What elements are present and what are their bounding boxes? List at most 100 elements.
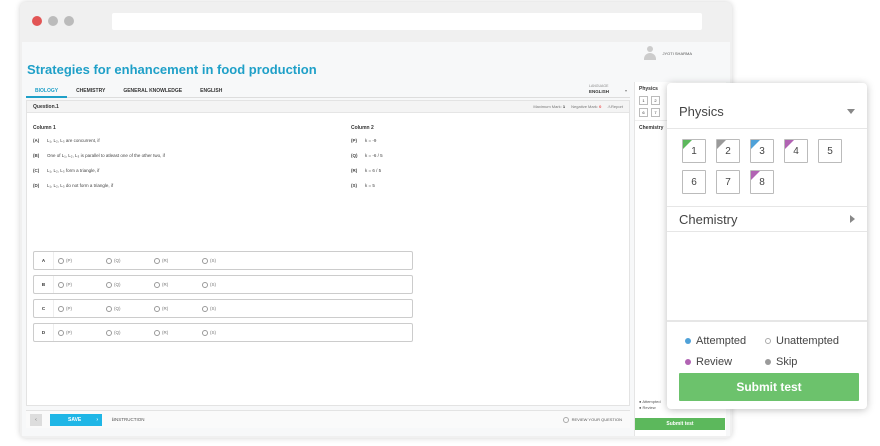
radio-option[interactable]: (Q) [106, 281, 150, 288]
address-bar[interactable] [112, 13, 702, 30]
palette-question[interactable]: 7 [651, 108, 660, 117]
question-marks: Maximum Mark: 1 Negative Mark: 0 ⚠Report [533, 104, 623, 109]
question-footer: ‹ SAVE › ℹINSTRUCTION REVIEW YOUR QUESTIO… [26, 410, 630, 428]
palette-question[interactable]: 1 [639, 96, 648, 105]
list-item: (R) k = 6 / 5 [351, 168, 382, 173]
radio-option[interactable]: (R) [154, 305, 198, 312]
tab-chemistry[interactable]: CHEMISTRY [67, 84, 114, 98]
chevron-down-icon: ▾ [624, 88, 627, 93]
test-app: JYOTI SHARMA Strategies for enhancement … [22, 42, 730, 436]
option-row-a: A (P) (Q) (R) (S) [33, 251, 413, 270]
test-title: Strategies for enhancement in food produ… [27, 62, 317, 77]
report-link[interactable]: ⚠Report [607, 104, 623, 109]
option-row-b: B (P) (Q) (R) (S) [33, 275, 413, 294]
column-2-title: Column 2 [351, 125, 374, 131]
unattempted-dot-icon [765, 338, 771, 345]
question-button[interactable]: 1 [682, 139, 706, 163]
legend: ● Attempted ● Review [639, 399, 661, 410]
radio-option[interactable]: (R) [154, 329, 198, 336]
user-name: JYOTI SHARMA [662, 50, 692, 56]
avatar-icon [644, 46, 657, 60]
question-button[interactable]: 7 [716, 170, 740, 194]
question-panel: Question.1 Maximum Mark: 1 Negative Mark… [26, 100, 630, 406]
list-item: (D) L₁, L₂, L₃ do not form a triangle, if [33, 183, 114, 188]
minimize-dot-icon[interactable] [48, 16, 58, 26]
column-1: Column 1 (A) L₁, L₂, L₃ are concurrent, i… [33, 125, 333, 198]
question-grid: 1 2 3 4 5 6 7 8 [667, 129, 857, 194]
review-checkbox[interactable]: REVIEW YOUR QUESTION [562, 416, 622, 423]
radio-option[interactable]: (S) [202, 281, 246, 288]
subject-tabs: BIOLOGY CHEMISTRY GENERAL KNOWLEDGE ENGL… [26, 84, 630, 98]
radio-option[interactable]: (P) [58, 257, 102, 264]
question-number: Question.1 [33, 103, 59, 110]
status-legend: Attempted Unattempted Review Skip [667, 320, 867, 370]
radio-option[interactable]: (P) [58, 329, 102, 336]
radio-option[interactable]: (Q) [106, 257, 150, 264]
question-button[interactable]: 2 [716, 139, 740, 163]
maximize-dot-icon[interactable] [64, 16, 74, 26]
submit-button[interactable]: Submit test [635, 418, 725, 430]
radio-option[interactable]: (R) [154, 281, 198, 288]
question-button[interactable]: 5 [818, 139, 842, 163]
status-marker-icon [751, 140, 760, 149]
tab-biology[interactable]: BIOLOGY [26, 84, 68, 98]
user-info[interactable]: JYOTI SHARMA [644, 46, 692, 60]
list-item: (Q) k = -6 / 5 [351, 153, 383, 158]
browser-window: JYOTI SHARMA Strategies for enhancement … [20, 2, 732, 438]
list-item: (S) k = 5 [351, 183, 375, 188]
column-2: Column 2 (P) k = -9 (Q) k = -6 / 5 (R) k = … [351, 125, 551, 198]
section-title: Chemistry [679, 211, 738, 227]
instruction-link[interactable]: ℹINSTRUCTION [112, 417, 144, 423]
list-item: (B) One of L₁, L₂, L₃ is parallel to atle… [33, 153, 165, 158]
submit-test-button[interactable]: Submit test [679, 373, 859, 401]
tab-english[interactable]: ENGLISH [191, 84, 231, 98]
circle-icon [562, 416, 569, 423]
chevron-left-icon: ‹ [35, 416, 37, 423]
radio-option[interactable]: (Q) [106, 305, 150, 312]
question-header: Question.1 Maximum Mark: 1 Negative Mark… [27, 101, 629, 113]
language-select[interactable]: LANGUAGE ENGLISH ▾ [583, 82, 631, 98]
review-dot-icon [685, 358, 691, 365]
question-button[interactable]: 6 [682, 170, 706, 194]
status-marker-icon [751, 171, 760, 180]
attempted-dot-icon [685, 338, 691, 345]
palette-question[interactable]: 6 [639, 108, 648, 117]
radio-option[interactable]: (R) [154, 257, 198, 264]
caret-right-icon [850, 215, 855, 223]
question-palette-popup: Physics 1 2 3 4 5 6 7 8 Chemistry Attemp… [667, 83, 867, 409]
radio-option[interactable]: (P) [58, 281, 102, 288]
palette-question[interactable]: 2 [651, 96, 660, 105]
list-item: (P) k = -9 [351, 138, 377, 143]
radio-option[interactable]: (S) [202, 305, 246, 312]
option-row-c: C (P) (Q) (R) (S) [33, 299, 413, 318]
status-marker-icon [717, 140, 726, 149]
question-button[interactable]: 8 [750, 170, 774, 194]
answer-matrix: A (P) (Q) (R) (S) B (P) (Q) (R) (S) C (P… [33, 251, 413, 347]
negative-mark-value: 0 [599, 104, 602, 109]
chevron-right-icon: › [96, 416, 98, 423]
option-row-d: D (P) (Q) (R) (S) [33, 323, 413, 342]
status-marker-icon [785, 140, 794, 149]
window-controls [32, 16, 74, 26]
radio-option[interactable]: (S) [202, 329, 246, 336]
caret-down-icon [847, 109, 855, 114]
section-title: Physics [679, 104, 724, 119]
status-marker-icon [683, 140, 692, 149]
back-button[interactable]: ‹ [30, 413, 42, 426]
section-chemistry[interactable]: Chemistry [667, 206, 867, 232]
list-item: (C) L₁, L₂, L₃ form a triangle, if [33, 168, 100, 173]
close-dot-icon[interactable] [32, 16, 42, 26]
radio-option[interactable]: (P) [58, 305, 102, 312]
question-button[interactable]: 4 [784, 139, 808, 163]
list-item: (A) L₁, L₂, L₃ are concurrent, if [33, 138, 100, 143]
tab-general-knowledge[interactable]: GENERAL KNOWLEDGE [114, 84, 191, 98]
max-mark-label: Maximum Mark: [533, 104, 562, 109]
section-physics[interactable]: Physics [667, 95, 867, 129]
radio-option[interactable]: (Q) [106, 329, 150, 336]
radio-option[interactable]: (S) [202, 257, 246, 264]
column-1-title: Column 1 [33, 125, 56, 131]
skip-dot-icon [765, 358, 771, 365]
save-button[interactable]: SAVE › [50, 413, 102, 426]
question-button[interactable]: 3 [750, 139, 774, 163]
max-mark-value: 1 [562, 104, 566, 109]
